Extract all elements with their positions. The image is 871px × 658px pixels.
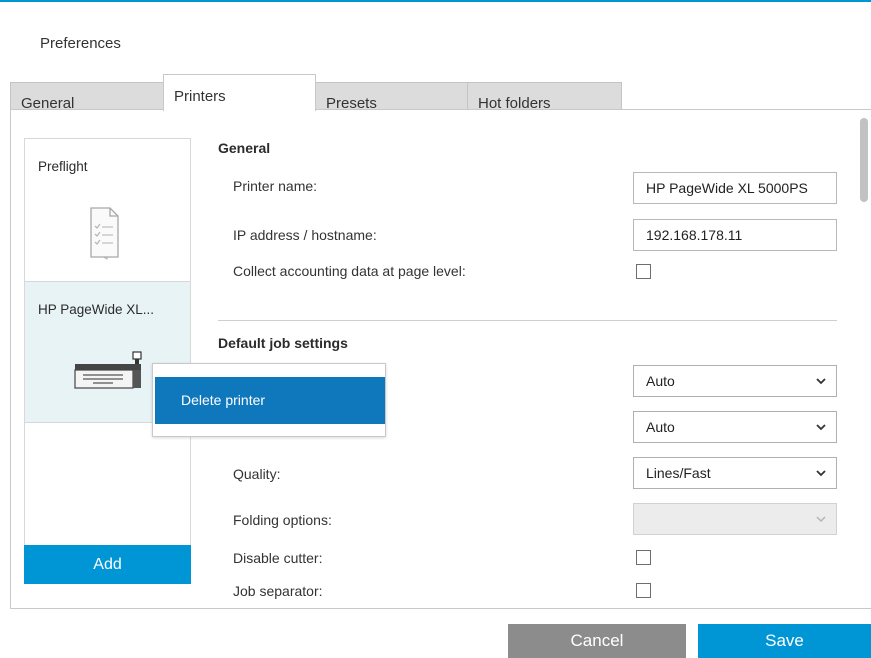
cancel-button[interactable]: Cancel — [508, 624, 686, 658]
chevron-down-icon — [816, 424, 826, 431]
section-divider — [218, 320, 837, 321]
window-title: Preferences — [40, 35, 121, 52]
job-separator-checkbox[interactable] — [636, 583, 651, 598]
document-pages-icon — [90, 207, 119, 260]
tab-hot-folders[interactable]: Hot folders — [467, 82, 622, 112]
save-button[interactable]: Save — [698, 624, 871, 658]
quality-select[interactable]: Lines/Fast — [633, 457, 837, 489]
general-section-title: General — [218, 140, 271, 156]
job-settings-section-title: Default job settings — [218, 335, 348, 351]
top-accent-line — [0, 0, 871, 2]
select-value: Auto — [646, 373, 675, 389]
scrollbar-thumb[interactable] — [860, 118, 868, 202]
accounting-checkbox[interactable] — [636, 264, 651, 279]
folding-options-select — [633, 503, 837, 535]
tab-general[interactable]: General — [10, 82, 164, 112]
select-value: Auto — [646, 419, 675, 435]
job-setting-select-1[interactable]: Auto — [633, 365, 837, 397]
printer-name-input[interactable]: HP PageWide XL 5000PS — [633, 172, 837, 204]
printer-card-preflight[interactable]: Preflight — [25, 139, 190, 281]
printer-card-name: HP PageWide XL... — [38, 302, 155, 317]
printer-context-menu: Delete printer — [152, 363, 386, 437]
quality-label: Quality: — [233, 466, 281, 482]
disable-cutter-checkbox[interactable] — [636, 550, 651, 565]
printer-list: Preflight HP PageWide XL... — [24, 138, 191, 584]
add-printer-button[interactable]: Add — [24, 545, 191, 584]
chevron-down-icon — [816, 378, 826, 385]
chevron-down-icon — [816, 516, 826, 523]
tab-bar: General Printers Presets Hot folders — [10, 74, 622, 112]
printer-name-label: Printer name: — [233, 178, 318, 194]
accounting-label: Collect accounting data at page level: — [233, 263, 466, 279]
ip-address-label: IP address / hostname: — [233, 227, 377, 243]
ip-address-input[interactable]: 192.168.178.11 — [633, 219, 837, 251]
tab-printers[interactable]: Printers — [163, 74, 316, 111]
folding-options-label: Folding options: — [233, 512, 332, 528]
delete-printer-menu-item[interactable]: Delete printer — [155, 377, 385, 424]
select-value: Lines/Fast — [646, 465, 711, 481]
printer-card-name: Preflight — [38, 159, 88, 174]
job-separator-label: Job separator: — [233, 583, 323, 599]
job-setting-select-2[interactable]: Auto — [633, 411, 837, 443]
disable-cutter-label: Disable cutter: — [233, 550, 323, 566]
large-format-printer-icon — [74, 351, 142, 389]
tab-presets[interactable]: Presets — [315, 82, 468, 112]
chevron-down-icon — [816, 470, 826, 477]
